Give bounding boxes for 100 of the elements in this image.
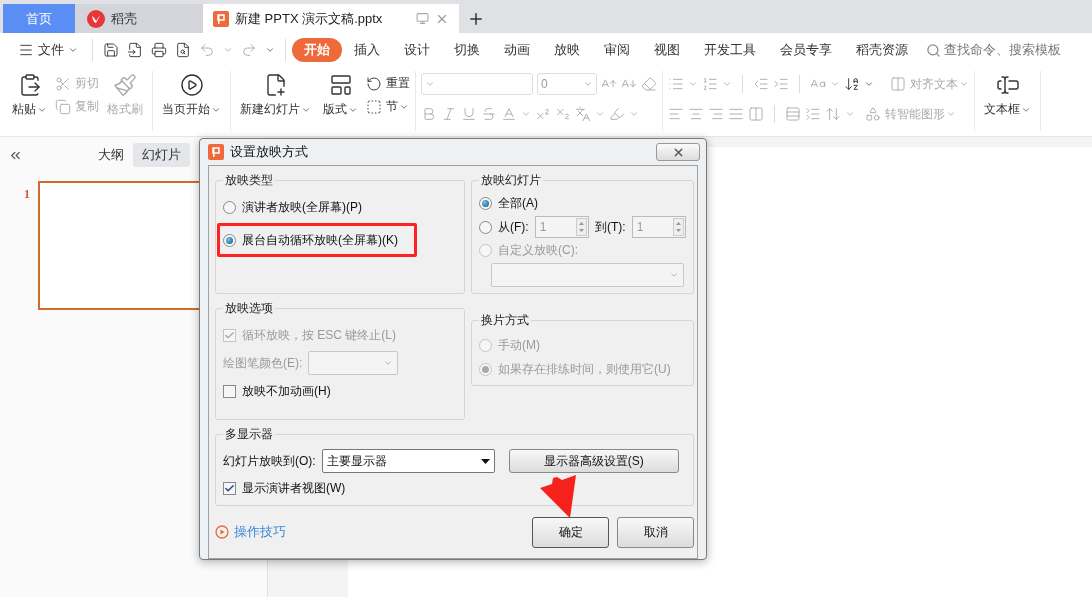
ribbon-button[interactable]: 节 — [366, 98, 410, 115]
ribbon-button[interactable]: 新建幻灯片 — [236, 71, 315, 120]
dropdown-field[interactable] — [491, 263, 684, 287]
distribute-icon — [748, 106, 764, 122]
caret-icon — [425, 79, 435, 89]
ribbon-tab[interactable]: 会员专享 — [768, 38, 844, 62]
app-tab[interactable]: 新建 PPTX 演示文稿.pptx — [203, 4, 459, 33]
ribbon-tab[interactable]: 动画 — [492, 38, 542, 62]
ribbon-button[interactable]: 版式 — [319, 71, 362, 120]
font-color-icon — [501, 106, 517, 122]
underline-icon — [461, 106, 477, 122]
group-title: 放映幻灯片 — [480, 172, 542, 189]
play-icon — [179, 73, 204, 97]
smart-shape-icon — [865, 106, 881, 122]
italic-icon — [441, 106, 457, 122]
indent-icon — [773, 76, 789, 92]
ribbon-tab[interactable]: 设计 — [392, 38, 442, 62]
monitor-icon — [416, 12, 429, 25]
caret-icon — [480, 458, 490, 464]
option-label: 放映不加动画(H) — [242, 382, 331, 400]
slide-number: 1 — [24, 186, 30, 203]
option-label: 到(T): — [595, 218, 626, 236]
outdent-icon — [753, 76, 769, 92]
ribbon-button[interactable]: 当页开始 — [158, 71, 225, 120]
ribbon-tab[interactable]: 审阅 — [592, 38, 642, 62]
eraser-icon — [641, 76, 657, 92]
spinner-icon[interactable] — [576, 218, 587, 236]
field-label: 绘图笔颜色(E): — [223, 354, 303, 372]
radio-button[interactable] — [223, 233, 236, 247]
text-box-icon — [995, 73, 1020, 97]
caret-icon — [629, 109, 639, 119]
checkbox[interactable] — [223, 481, 236, 495]
group-title: 多显示器 — [224, 426, 274, 443]
option-label: 演讲者放映(全屏幕)(P) — [242, 198, 362, 216]
monitor-dropdown[interactable]: 主要显示器 — [321, 449, 495, 474]
ribbon-tab[interactable]: 插入 — [342, 38, 392, 62]
pane-tab[interactable]: 幻灯片 — [133, 143, 190, 167]
option-label: 显示演讲者视图(W) — [242, 479, 346, 497]
group-title: 放映选项 — [224, 300, 274, 317]
presentation-icon — [213, 10, 229, 27]
caret-icon — [959, 79, 969, 89]
pane-tab[interactable]: 大纲 — [89, 143, 133, 167]
dialog-button[interactable]: 确定 — [532, 516, 609, 548]
align-text-icon — [890, 76, 906, 92]
numbering-icon — [702, 76, 718, 92]
export-icon — [127, 42, 143, 58]
justify-icon — [728, 106, 744, 122]
superscript-icon — [535, 106, 551, 122]
bold-icon — [421, 106, 437, 122]
print-icon — [151, 42, 167, 58]
spacing-icon — [825, 106, 841, 122]
ribbon-tab[interactable]: 开发工具 — [692, 38, 768, 62]
advanced-settings-button[interactable]: 显示器高级设置(S) — [508, 449, 679, 474]
group-title: 放映类型 — [224, 172, 274, 189]
ribbon-button[interactable]: 粘贴 — [8, 71, 51, 120]
paragraph-spacing-icon — [805, 106, 821, 122]
field-label: 幻灯片放映到(O): — [223, 452, 316, 470]
menu-icon — [18, 42, 34, 58]
align-right-icon — [708, 106, 724, 122]
ribbon-button[interactable]: 文本框 — [980, 71, 1035, 120]
ribbon-tab[interactable]: 放映 — [542, 38, 592, 62]
ribbon-tab[interactable]: 视图 — [642, 38, 692, 62]
preview-icon — [175, 42, 191, 58]
checkbox[interactable] — [223, 384, 236, 398]
option-label: 循环放映，按 ESC 键终止(L) — [242, 326, 396, 344]
app-icon — [208, 144, 224, 160]
undo-icon — [199, 42, 215, 58]
caret-icon — [830, 79, 840, 89]
file-menu[interactable]: 文件 — [18, 41, 86, 59]
spinner-icon[interactable] — [673, 218, 684, 236]
play-icon — [215, 525, 229, 539]
align-left-icon — [668, 106, 684, 122]
bullets-icon — [668, 76, 684, 92]
app-tab[interactable]: 稻壳 — [75, 4, 203, 33]
brush-icon — [113, 73, 137, 97]
phonetic-icon — [575, 106, 591, 122]
option-label: 全部(A) — [498, 195, 538, 212]
radio-button[interactable] — [223, 200, 236, 214]
dialog-button[interactable]: 取消 — [617, 516, 694, 548]
save-icon — [103, 42, 119, 58]
radio-button[interactable] — [479, 197, 492, 210]
search-field[interactable]: 查找命令、搜索模板 — [926, 41, 1061, 59]
caret-icon — [223, 45, 233, 55]
group-title: 换片方式 — [480, 312, 530, 329]
section-icon — [366, 98, 382, 115]
redo-icon — [241, 42, 257, 58]
caret-icon — [68, 45, 78, 55]
radio-button[interactable] — [479, 220, 492, 234]
close-button[interactable] — [656, 143, 700, 161]
highlighter-icon — [609, 106, 625, 122]
ribbon-tab[interactable]: 稻壳资源 — [844, 38, 920, 62]
layout-icon — [328, 73, 353, 97]
line-spacing-icon — [785, 106, 801, 122]
option-label: 展台自动循环放映(全屏幕)(K) — [242, 231, 398, 249]
ribbon-tab[interactable]: 切换 — [442, 38, 492, 62]
ribbon-button[interactable]: 重置 — [366, 75, 410, 92]
caret-icon — [669, 270, 679, 280]
option-label: 从(F): — [498, 218, 529, 236]
caret-icon — [521, 109, 531, 119]
caret-icon — [583, 79, 593, 89]
